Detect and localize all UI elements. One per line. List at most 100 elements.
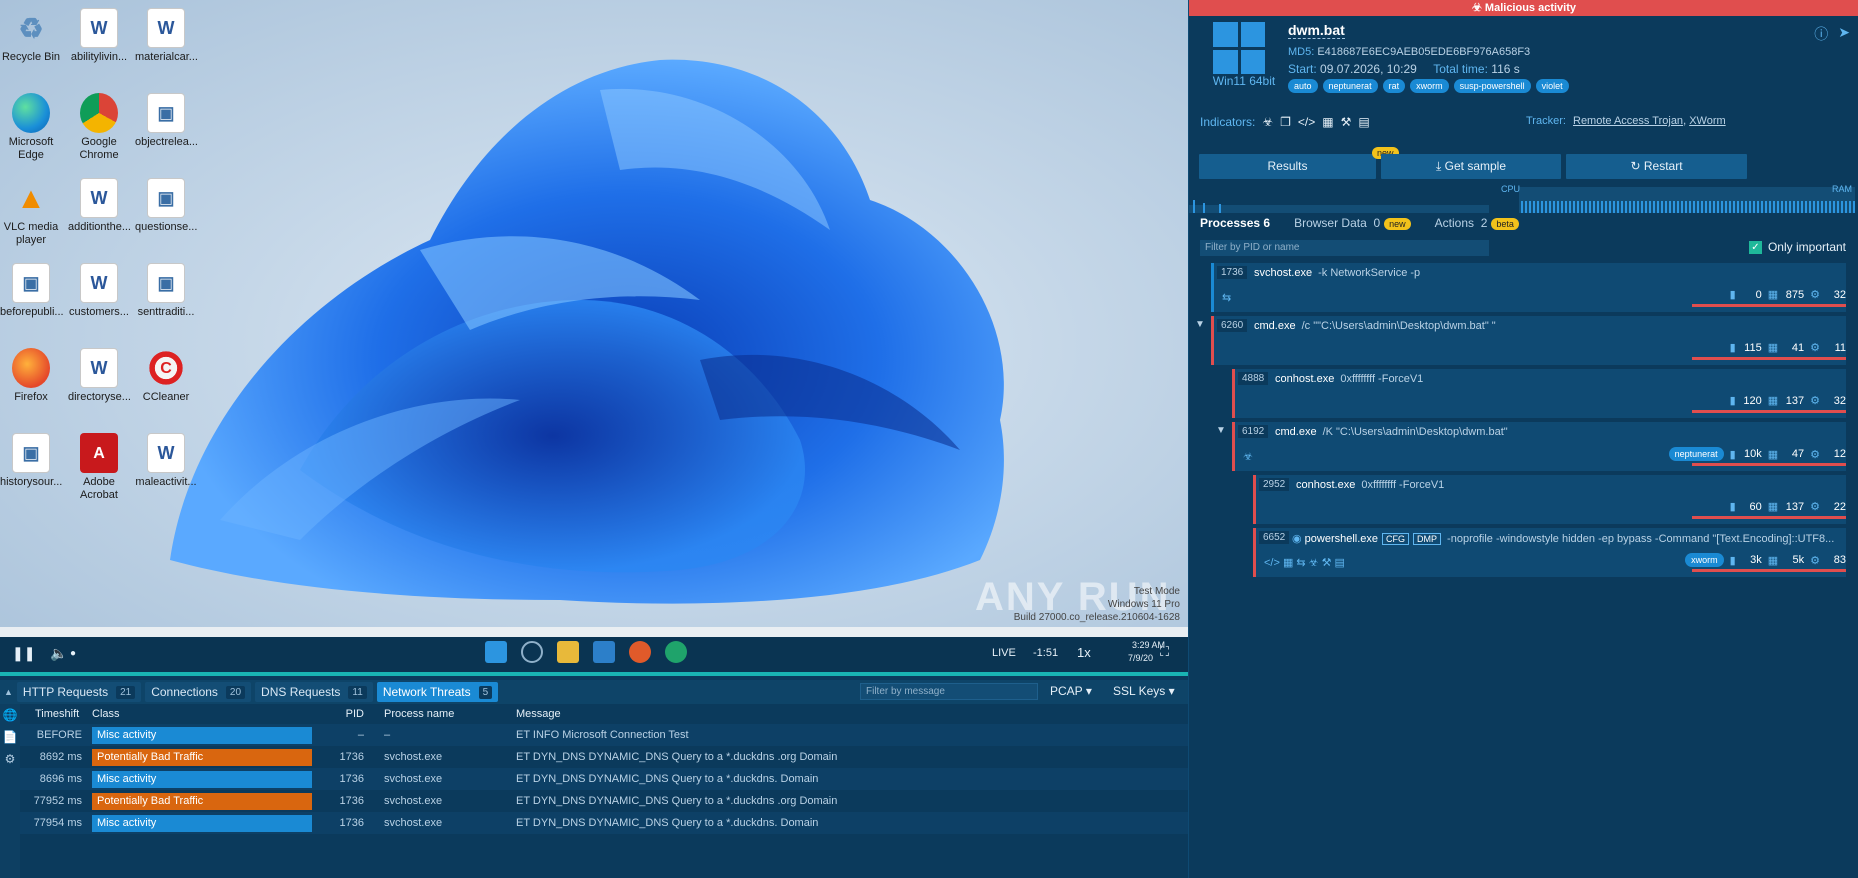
globe-icon[interactable]: 🌐 bbox=[0, 704, 20, 726]
process-filter-input[interactable]: Filter by PID or name bbox=[1200, 240, 1489, 256]
process-pid: 4888 bbox=[1238, 372, 1269, 385]
desktop-icon[interactable]: Wadditionthe... bbox=[68, 178, 131, 234]
process-tag[interactable]: xworm bbox=[1685, 553, 1724, 567]
biohazard-indicator-icon[interactable]: ☣ bbox=[1262, 115, 1273, 129]
table-row[interactable]: 8692 ms Potentially Bad Traffic 1736 svchos… bbox=[20, 746, 1188, 768]
desktop-icon[interactable]: Wmaterialcar... bbox=[135, 8, 198, 64]
desktop-icon[interactable]: Wcustomers... bbox=[68, 263, 130, 319]
pcap-dropdown[interactable]: PCAP ▾ bbox=[1050, 684, 1092, 698]
windows-indicator-icon[interactable]: ❐ bbox=[1280, 115, 1291, 129]
volume-icon[interactable]: 🔈 bbox=[50, 645, 67, 662]
tab-processes[interactable]: Processes 6 bbox=[1200, 216, 1270, 230]
process-node[interactable]: 4888 conhost.exe 0xffffffff -ForceV1 ▮ 120 ▦ 1… bbox=[1232, 369, 1846, 418]
desktop-icon-label: Google Chrome bbox=[79, 136, 119, 161]
get-sample-button[interactable]: ⤓ Get sample bbox=[1381, 154, 1561, 179]
share-icon[interactable]: ➤ bbox=[1838, 24, 1850, 44]
network-icon: ◉ bbox=[1292, 533, 1302, 545]
tag-badge[interactable]: rat bbox=[1382, 79, 1406, 93]
store-icon[interactable] bbox=[593, 641, 615, 663]
table-row[interactable]: 77952 ms Potentially Bad Traffic 1736 svcho… bbox=[20, 790, 1188, 812]
process-node[interactable]: 6260 cmd.exe/c ""C:\Users\admin\Desktop\d… bbox=[1211, 316, 1846, 365]
edge-taskbar-icon[interactable] bbox=[665, 641, 687, 663]
start-icon[interactable] bbox=[485, 641, 507, 663]
desktop-icon[interactable]: ▲ VLC media player bbox=[0, 178, 62, 247]
info-icon[interactable]: ⓘ bbox=[1814, 24, 1828, 44]
fullscreen-icon[interactable]: ⛶ bbox=[1160, 644, 1169, 660]
col-class[interactable]: Class bbox=[86, 708, 306, 720]
process-node[interactable]: 6192 cmd.exe/K "C:\Users\admin\Desktop\dw… bbox=[1232, 422, 1846, 471]
results-button[interactable]: Results bbox=[1199, 154, 1376, 179]
os-edition-text: Windows 11 Pro bbox=[1107, 599, 1180, 610]
desktop-icon[interactable]: Google Chrome bbox=[68, 93, 130, 162]
desktop-icon[interactable]: Firefox bbox=[0, 348, 62, 404]
desktop-icon[interactable]: ▣ senttraditi... bbox=[135, 263, 197, 319]
desktop-icon[interactable]: ▣ historysour... bbox=[0, 433, 62, 489]
tracker-link-xworm[interactable]: XWorm bbox=[1689, 115, 1725, 127]
desktop-icon-label: beforepubli... bbox=[0, 306, 64, 318]
checkbox-icon[interactable]: ✓ bbox=[1748, 240, 1762, 254]
process-node[interactable]: 6652 ◉ powershell.exe CFG DMP -noprofile -wi… bbox=[1253, 528, 1846, 577]
tab-network-threats[interactable]: Network Threats 5 bbox=[376, 682, 499, 702]
code-indicator-icon[interactable]: </> bbox=[1298, 115, 1315, 129]
desktop-icon[interactable]: ♻ Recycle Bin bbox=[0, 8, 62, 64]
ssl-keys-dropdown[interactable]: SSL Keys ▾ bbox=[1113, 684, 1175, 698]
md5-value[interactable]: E418687E6EC9AEB05EDE6BF976A658F3 bbox=[1317, 46, 1530, 58]
process-node[interactable]: 2952 conhost.exe 0xffffffff -ForceV1 ▮ 60 ▦ 13… bbox=[1253, 475, 1846, 524]
tag-badge[interactable]: violet bbox=[1535, 79, 1569, 93]
only-important-toggle[interactable]: ✓ Only important bbox=[1748, 240, 1846, 254]
tracker-link-rat[interactable]: Remote Access Trojan bbox=[1573, 115, 1683, 127]
explorer-icon[interactable] bbox=[557, 641, 579, 663]
desktop-icon[interactable]: C CCleaner bbox=[135, 348, 197, 404]
vm-screen[interactable]: ♻ Recycle Bin Wabilitylivin... Wmaterialcar… bbox=[0, 0, 1188, 672]
pause-icon[interactable]: ❚❚ bbox=[12, 645, 35, 662]
process-node[interactable]: 1736 svchost.exe -k NetworkService -p ▮ 0 ▦ 87… bbox=[1211, 263, 1846, 312]
table-row[interactable]: 8696 ms Misc activity 1736 svchost.exe ET DY… bbox=[20, 768, 1188, 790]
tab-dns-requests[interactable]: DNS Requests 11 bbox=[255, 682, 373, 702]
tab-actions[interactable]: Actions 2 beta bbox=[1435, 216, 1519, 230]
file-icon: ▮ bbox=[1729, 395, 1736, 407]
network-indicator-icon[interactable]: ▦ bbox=[1322, 115, 1333, 129]
desktop-icon[interactable]: Wmaleactivit... bbox=[135, 433, 197, 489]
col-process[interactable]: Process name bbox=[370, 708, 516, 720]
firefox-taskbar-icon[interactable] bbox=[629, 641, 651, 663]
tab-http-requests[interactable]: HTTP Requests 21 bbox=[16, 682, 142, 702]
desktop-icon[interactable]: ▣ objectrelea... bbox=[135, 93, 198, 149]
speed-button[interactable]: 1x bbox=[1077, 645, 1091, 660]
tab-connections[interactable]: Connections 20 bbox=[145, 682, 252, 702]
process-stats: xworm ▮ 3k ▦ 5k ⚙ 83 bbox=[1685, 553, 1846, 567]
chevron-down-icon[interactable]: ▼ bbox=[1195, 319, 1205, 330]
col-message[interactable]: Message bbox=[516, 708, 1188, 720]
desktop-icon[interactable]: Wabilitylivin... bbox=[68, 8, 130, 64]
desktop-icon[interactable]: Microsoft Edge bbox=[0, 93, 62, 162]
col-timeshift[interactable]: Timeshift bbox=[20, 708, 86, 720]
restart-button[interactable]: ↻ Restart bbox=[1566, 154, 1747, 179]
desktop-icon[interactable]: Wdirectoryse... bbox=[68, 348, 131, 404]
bug-icon[interactable]: ⚙ bbox=[0, 748, 20, 770]
tools-indicator-icon[interactable]: ⚒ bbox=[1341, 115, 1352, 129]
process-tag[interactable]: neptunerat bbox=[1668, 447, 1724, 461]
registry-indicator-icon[interactable]: ▤ bbox=[1358, 115, 1369, 129]
table-row[interactable]: BEFORE Misc activity – – ET INFO Microsoft C… bbox=[20, 724, 1188, 746]
filter-message-input[interactable]: Filter by message bbox=[860, 683, 1038, 700]
tag-badge[interactable]: xworm bbox=[1410, 79, 1449, 93]
tag-badge[interactable]: susp-powershell bbox=[1453, 79, 1531, 93]
tab-browser-data[interactable]: Browser Data 0 new bbox=[1294, 216, 1411, 230]
collapse-icon[interactable]: ▲ bbox=[4, 687, 13, 697]
cell-pid: – bbox=[357, 729, 364, 741]
file-icon[interactable]: 📄 bbox=[0, 726, 20, 748]
chevron-down-icon[interactable]: ▼ bbox=[1216, 425, 1226, 436]
file-name[interactable]: dwm.bat bbox=[1288, 22, 1345, 39]
windows-desktop[interactable]: ♻ Recycle Bin Wabilitylivin... Wmaterialcar… bbox=[0, 0, 1188, 627]
volume-knob-icon[interactable]: ● bbox=[70, 648, 76, 659]
col-pid[interactable]: PID bbox=[306, 708, 370, 720]
search-icon[interactable] bbox=[521, 641, 543, 663]
table-row[interactable]: 77954 ms Misc activity 1736 svchost.exe ET D… bbox=[20, 812, 1188, 834]
desktop-icon[interactable]: A Adobe Acrobat bbox=[68, 433, 130, 502]
tab-count: 20 bbox=[225, 685, 246, 699]
tag-badge[interactable]: neptunerat bbox=[1322, 79, 1378, 93]
word-file-icon: W bbox=[80, 263, 118, 303]
desktop-icon[interactable]: ▣ questionse... bbox=[135, 178, 197, 234]
tag-badge[interactable]: auto bbox=[1288, 79, 1318, 93]
desktop-icon[interactable]: ▣ beforepubli... bbox=[0, 263, 64, 319]
class-badge: Misc activity bbox=[92, 726, 312, 744]
